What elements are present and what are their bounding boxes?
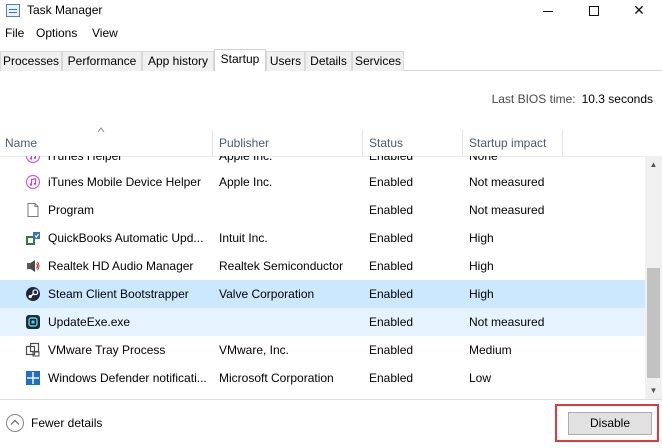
table-row[interactable]: UpdateExe.exe Enabled Not measured: [0, 308, 645, 336]
row-status: Enabled: [369, 287, 414, 301]
maximize-icon: [589, 6, 599, 17]
bios-value: 10.3 seconds: [581, 92, 653, 106]
row-startup-impact: High: [469, 259, 494, 273]
menu-options[interactable]: Options: [36, 26, 77, 40]
footer-divider: [0, 399, 662, 400]
menu-file[interactable]: File: [5, 26, 24, 40]
row-publisher: Realtek Semiconductor: [219, 259, 344, 273]
row-status: Enabled: [369, 315, 414, 329]
quickbooks-icon: [26, 232, 40, 245]
scrollbar-thumb[interactable]: [647, 268, 660, 378]
update-app-icon: [26, 315, 40, 329]
table-row-selected[interactable]: Steam Client Bootstrapper Valve Corporat…: [0, 280, 645, 308]
vertical-scrollbar[interactable]: ▲ ▼: [645, 156, 662, 399]
row-status: Enabled: [369, 203, 414, 217]
table-row[interactable]: [0, 392, 645, 399]
row-publisher: Valve Corporation: [219, 287, 315, 301]
scroll-up-arrow-icon[interactable]: ▲: [645, 156, 662, 173]
row-name: Steam Client Bootstrapper: [48, 287, 189, 301]
bios-label: Last BIOS time:: [491, 92, 576, 106]
tab-users[interactable]: Users: [266, 51, 305, 71]
row-name: VMware Tray Process: [48, 343, 166, 357]
row-startup-impact: Medium: [469, 343, 512, 357]
tab-startup[interactable]: Startup: [214, 49, 266, 71]
tab-performance[interactable]: Performance: [62, 51, 142, 71]
row-name: Program: [48, 203, 95, 217]
row-publisher: [219, 308, 361, 336]
task-manager-icon: [6, 4, 20, 17]
row-publisher: [219, 196, 361, 224]
windows-defender-icon: [26, 371, 40, 385]
minimize-icon: [543, 10, 553, 12]
row-name: iTunes Mobile Device Helper: [48, 175, 201, 189]
column-divider[interactable]: [362, 130, 363, 156]
title-bar: Task Manager ✕: [0, 0, 662, 22]
menu-view[interactable]: View: [92, 26, 118, 40]
row-publisher: Microsoft Corporation: [219, 371, 334, 385]
row-publisher: Intuit Inc.: [219, 231, 268, 245]
minimize-button[interactable]: [525, 0, 571, 22]
row-status: Enabled: [369, 259, 414, 273]
column-divider[interactable]: [562, 130, 563, 156]
column-header-publisher[interactable]: Publisher: [219, 130, 269, 156]
row-name: Windows Defender notificati...: [48, 371, 207, 385]
table-row[interactable]: VMware Tray Process VMware, Inc. Enabled…: [0, 336, 645, 364]
itunes-icon: [25, 174, 41, 190]
close-button[interactable]: ✕: [616, 0, 662, 22]
row-startup-impact: Not measured: [469, 175, 545, 189]
scroll-down-arrow-icon[interactable]: ▼: [645, 382, 662, 399]
window-title: Task Manager: [27, 3, 103, 17]
column-divider[interactable]: [462, 130, 463, 156]
close-icon: ✕: [633, 2, 645, 18]
sort-ascending-icon: [97, 127, 105, 133]
blank-document-icon: [27, 203, 39, 217]
row-status: Enabled: [369, 343, 414, 357]
speaker-icon: [27, 260, 40, 272]
row-publisher: Apple Inc.: [219, 175, 273, 189]
startup-list: iTunes Helper Apple Inc. Enabled None iT…: [0, 156, 645, 399]
last-bios-time: Last BIOS time: 10.3 seconds: [492, 92, 653, 106]
row-name: Realtek HD Audio Manager: [48, 259, 194, 273]
row-status: Enabled: [369, 231, 414, 245]
column-header-status[interactable]: Status: [369, 130, 403, 156]
row-name: UpdateExe.exe: [48, 315, 131, 329]
fewer-details-label: Fewer details: [31, 416, 103, 430]
table-row[interactable]: iTunes Mobile Device Helper Apple Inc. E…: [0, 168, 645, 196]
table-row[interactable]: Program Enabled Not measured: [0, 196, 645, 224]
tab-details[interactable]: Details: [305, 51, 352, 71]
steam-icon: [26, 287, 40, 301]
row-publisher: VMware, Inc.: [219, 343, 290, 357]
chevron-up-icon: [6, 414, 24, 432]
table-row[interactable]: QuickBooks Automatic Upd... Intuit Inc. …: [0, 224, 645, 252]
table-row[interactable]: Realtek HD Audio Manager Realtek Semicon…: [0, 252, 645, 280]
row-name: QuickBooks Automatic Upd...: [48, 231, 204, 245]
vmware-icon: [25, 342, 40, 357]
column-header-startup-impact[interactable]: Startup impact: [469, 130, 546, 156]
tab-strip: Processes Performance App history Startu…: [0, 49, 662, 71]
row-startup-impact: High: [469, 231, 494, 245]
tab-app-history[interactable]: App history: [142, 51, 214, 71]
row-status: Enabled: [369, 371, 414, 385]
row-startup-impact: High: [469, 287, 494, 301]
column-divider[interactable]: [212, 130, 213, 156]
disable-button[interactable]: Disable: [568, 412, 652, 435]
column-header-name[interactable]: Name: [5, 130, 37, 156]
maximize-button[interactable]: [571, 0, 617, 22]
row-startup-impact: Not measured: [469, 315, 545, 329]
itunes-icon: [25, 156, 41, 164]
row-startup-impact: Not measured: [469, 203, 545, 217]
tab-services[interactable]: Services: [352, 51, 404, 71]
table-row[interactable]: Windows Defender notificati... Microsoft…: [0, 364, 645, 392]
tab-processes[interactable]: Processes: [0, 51, 62, 71]
row-status: Enabled: [369, 175, 414, 189]
row-startup-impact: Low: [469, 371, 492, 385]
